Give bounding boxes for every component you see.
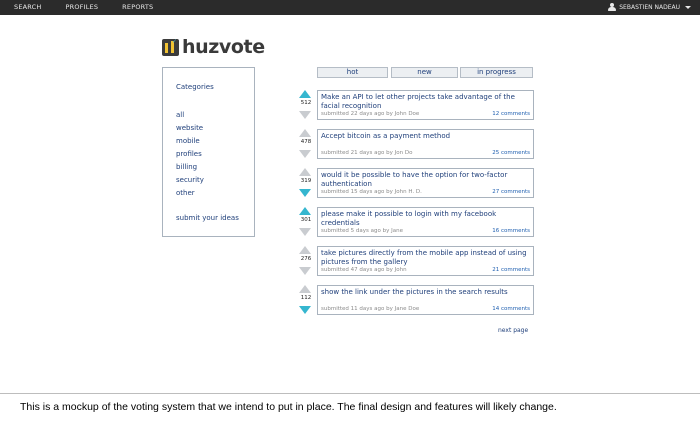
category-billing[interactable]: billing	[176, 161, 204, 174]
category-all[interactable]: all	[176, 109, 204, 122]
comments-link[interactable]: 21 comments	[492, 267, 530, 273]
mockup-note: This is a mockup of the voting system th…	[20, 401, 557, 413]
idea-title[interactable]: show the link under the pictures in the …	[321, 288, 529, 297]
idea-item: 512 Make an API to let other projects ta…	[296, 90, 534, 120]
categories-sidebar: Categories all website mobile profiles b…	[162, 67, 255, 237]
user-menu[interactable]: SEBASTIEN NADEAU	[608, 0, 691, 15]
footer-divider	[0, 393, 700, 394]
upvote-arrow-icon[interactable]	[299, 168, 311, 176]
idea-item: 276 take pictures directly from the mobi…	[296, 246, 534, 276]
downvote-arrow-icon[interactable]	[299, 189, 311, 197]
nav-profiles[interactable]: PROFILES	[66, 0, 99, 15]
downvote-arrow-icon[interactable]	[299, 150, 311, 158]
idea-title[interactable]: take pictures directly from the mobile a…	[321, 249, 529, 267]
vote-control: 512	[298, 90, 313, 120]
idea-title[interactable]: please make it possible to login with my…	[321, 210, 529, 228]
logo[interactable]: ✓ huzvote	[162, 36, 265, 58]
category-other[interactable]: other	[176, 187, 204, 200]
comments-link[interactable]: 14 comments	[492, 306, 530, 312]
category-list: all website mobile profiles billing secu…	[176, 109, 204, 200]
idea-title[interactable]: Accept bitcoin as a payment method	[321, 132, 529, 141]
vote-score: 276	[300, 256, 312, 262]
nav-reports[interactable]: REPORTS	[122, 0, 153, 15]
idea-title[interactable]: Make an API to let other projects take a…	[321, 93, 529, 111]
tab-new[interactable]: new	[391, 67, 458, 78]
vote-score: 512	[300, 100, 312, 106]
person-icon	[608, 3, 617, 12]
sidebar-title: Categories	[176, 83, 214, 91]
vote-control: 301	[298, 207, 313, 237]
idea-item: 112 show the link under the pictures in …	[296, 285, 534, 315]
upvote-arrow-icon[interactable]	[299, 90, 311, 98]
comments-link[interactable]: 27 comments	[492, 189, 530, 195]
comments-link[interactable]: 12 comments	[492, 111, 530, 117]
idea-title[interactable]: would it be possible to have the option …	[321, 171, 529, 189]
downvote-arrow-icon[interactable]	[299, 111, 311, 119]
vote-score: 301	[300, 217, 312, 223]
caret-down-icon[interactable]	[685, 6, 691, 9]
idea-card: would it be possible to have the option …	[317, 168, 534, 198]
idea-item: 478 Accept bitcoin as a payment method s…	[296, 129, 534, 159]
vote-control: 276	[298, 246, 313, 276]
upvote-arrow-icon[interactable]	[299, 207, 311, 215]
idea-card: please make it possible to login with my…	[317, 207, 534, 237]
category-website[interactable]: website	[176, 122, 204, 135]
idea-meta: submitted 5 days ago by Jane	[321, 228, 403, 234]
upvote-arrow-icon[interactable]	[299, 246, 311, 254]
downvote-arrow-icon[interactable]	[299, 267, 311, 275]
logo-icon: ✓	[162, 38, 179, 56]
upvote-arrow-icon[interactable]	[299, 129, 311, 137]
vote-control: 478	[298, 129, 313, 159]
vote-control: 319	[298, 168, 313, 198]
idea-meta: submitted 15 days ago by John H. D.	[321, 189, 422, 195]
idea-card: Make an API to let other projects take a…	[317, 90, 534, 120]
category-mobile[interactable]: mobile	[176, 135, 204, 148]
vote-score: 319	[300, 178, 312, 184]
user-name: SEBASTIEN NADEAU	[619, 4, 680, 11]
top-nav: SEARCH PROFILES REPORTS	[14, 0, 177, 15]
logo-text: huzvote	[182, 36, 265, 58]
idea-meta: submitted 11 days ago by Jane Doe	[321, 306, 420, 312]
idea-card: show the link under the pictures in the …	[317, 285, 534, 315]
idea-card: Accept bitcoin as a payment method submi…	[317, 129, 534, 159]
downvote-arrow-icon[interactable]	[299, 306, 311, 314]
downvote-arrow-icon[interactable]	[299, 228, 311, 236]
next-page-link[interactable]: next page	[498, 327, 528, 334]
idea-meta: submitted 47 days ago by John	[321, 267, 407, 273]
tab-in-progress[interactable]: in progress	[460, 67, 533, 78]
category-security[interactable]: security	[176, 174, 204, 187]
vote-score: 478	[300, 139, 312, 145]
idea-item: 301 please make it possible to login wit…	[296, 207, 534, 237]
idea-meta: submitted 22 days ago by John Doe	[321, 111, 420, 117]
submit-ideas-link[interactable]: submit your ideas	[176, 214, 239, 222]
idea-card: take pictures directly from the mobile a…	[317, 246, 534, 276]
top-bar: SEARCH PROFILES REPORTS SEBASTIEN NADEAU	[0, 0, 700, 15]
upvote-arrow-icon[interactable]	[299, 285, 311, 293]
idea-item: 319 would it be possible to have the opt…	[296, 168, 534, 198]
idea-meta: submitted 21 days ago by Jon Do	[321, 150, 413, 156]
vote-score: 112	[300, 295, 312, 301]
nav-search[interactable]: SEARCH	[14, 0, 42, 15]
comments-link[interactable]: 16 comments	[492, 228, 530, 234]
tab-hot[interactable]: hot	[317, 67, 388, 78]
category-profiles[interactable]: profiles	[176, 148, 204, 161]
comments-link[interactable]: 25 comments	[492, 150, 530, 156]
vote-control: 112	[298, 285, 313, 315]
